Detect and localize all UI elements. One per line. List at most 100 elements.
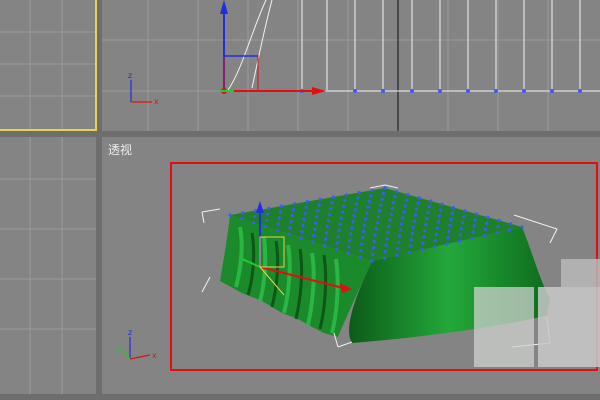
vertex-dot[interactable]: [383, 186, 387, 190]
vertex-dot[interactable]: [457, 239, 462, 243]
vertex-dot[interactable]: [241, 211, 245, 215]
vertex-dot[interactable]: [330, 201, 334, 205]
vertex-dot[interactable]: [404, 198, 408, 202]
vertex-dot[interactable]: [451, 205, 456, 210]
vertex-dot[interactable]: [374, 227, 378, 231]
vertex-dot[interactable]: [326, 219, 330, 223]
vertex-dot[interactable]: [459, 227, 464, 231]
vertex-dot[interactable]: [288, 226, 292, 230]
vertex-dot[interactable]: [291, 208, 295, 212]
vertex-dot[interactable]: [402, 210, 406, 214]
vertex-dot[interactable]: [336, 235, 340, 239]
vertex-dot[interactable]: [344, 193, 348, 197]
vertex-dot[interactable]: [448, 223, 452, 227]
vertex-dot[interactable]: [407, 250, 412, 255]
vertex-dot[interactable]: [485, 221, 489, 225]
vertex-dot[interactable]: [370, 188, 374, 192]
vertex-dot[interactable]: [486, 215, 490, 219]
vertex-dot[interactable]: [311, 240, 315, 244]
vertex-dot[interactable]: [343, 198, 347, 202]
viewport-perspective[interactable]: 透视 z x y: [102, 137, 600, 394]
vertex-dot[interactable]: [266, 212, 270, 216]
vertex-dot[interactable]: [393, 195, 397, 199]
vertex-dot[interactable]: [325, 225, 329, 229]
vertex-dot[interactable]: [278, 210, 283, 214]
vertex-dot[interactable]: [416, 201, 420, 205]
vertex-dot[interactable]: [382, 256, 387, 260]
vertex-dot[interactable]: [450, 211, 454, 215]
transform-gizmo[interactable]: [220, 0, 326, 95]
vertex-dot[interactable]: [339, 216, 343, 220]
vertex-dot[interactable]: [389, 212, 393, 216]
vertex-dot[interactable]: [397, 234, 402, 238]
vertex-dot[interactable]: [413, 213, 417, 217]
vertex-dot[interactable]: [267, 206, 271, 210]
vertex-dot[interactable]: [507, 228, 512, 232]
vertex-dot[interactable]: [350, 226, 354, 230]
vertex-dot[interactable]: [423, 229, 427, 233]
vertex-dot[interactable]: [398, 228, 403, 232]
vertex-dot[interactable]: [293, 202, 297, 206]
vertex-dot[interactable]: [342, 204, 346, 208]
vertex-dot[interactable]: [228, 213, 232, 217]
vertex-dot[interactable]: [289, 220, 293, 224]
vertex-dot[interactable]: [302, 217, 306, 221]
vertex-dot[interactable]: [520, 225, 524, 229]
vertex-dot[interactable]: [473, 218, 477, 222]
vertex-dot[interactable]: [299, 236, 303, 240]
vertex-dot[interactable]: [361, 229, 366, 234]
vertex-dot[interactable]: [440, 202, 444, 206]
vertex-dot[interactable]: [483, 227, 488, 231]
vertex-dot[interactable]: [435, 226, 439, 230]
vertex-dot[interactable]: [392, 200, 396, 205]
vertex-dot[interactable]: [384, 243, 388, 247]
vertex-dot[interactable]: [429, 199, 433, 203]
vertex-dot[interactable]: [396, 247, 400, 251]
vertex-dot[interactable]: [253, 214, 257, 219]
vertex-dot[interactable]: [280, 204, 284, 208]
vertex-dot[interactable]: [252, 221, 256, 225]
vertex-dot[interactable]: [352, 214, 356, 218]
vertex-dot[interactable]: [346, 251, 350, 255]
vertex-dot[interactable]: [432, 245, 437, 249]
vertex-dot[interactable]: [438, 214, 442, 218]
vertex-dot[interactable]: [433, 238, 437, 243]
vertex-dot[interactable]: [331, 195, 335, 199]
vertex-dot[interactable]: [403, 204, 407, 208]
viewport-front[interactable]: z x: [102, 0, 600, 131]
vertex-dot[interactable]: [375, 221, 379, 225]
vertex-dot[interactable]: [470, 236, 474, 240]
vertex-dot[interactable]: [364, 217, 368, 221]
vertex-dot[interactable]: [371, 246, 376, 250]
vertex-dot[interactable]: [410, 231, 414, 235]
vertex-dot[interactable]: [474, 212, 478, 216]
vertex-dot[interactable]: [357, 190, 361, 195]
vertex-dot[interactable]: [290, 214, 294, 218]
vertex-dot[interactable]: [240, 217, 244, 221]
vertex-dot[interactable]: [420, 248, 424, 252]
viewport-top-left[interactable]: [0, 0, 97, 131]
vertex-dot[interactable]: [376, 215, 380, 219]
vertex-dot[interactable]: [360, 242, 364, 246]
vertex-dot[interactable]: [406, 192, 410, 197]
vertex-dot[interactable]: [381, 191, 386, 196]
vertex-dot[interactable]: [434, 232, 438, 236]
vertex-dot[interactable]: [390, 206, 394, 210]
vertex-dot[interactable]: [316, 209, 320, 213]
vertex-dot[interactable]: [380, 197, 384, 201]
vertex-dot[interactable]: [335, 241, 339, 245]
vertex-dot[interactable]: [496, 224, 500, 229]
vertex-dot[interactable]: [447, 229, 451, 233]
vertex-dot[interactable]: [462, 215, 466, 219]
vertex-dot[interactable]: [275, 228, 279, 232]
vertex-dot[interactable]: [340, 210, 344, 214]
vertex-dot[interactable]: [445, 242, 449, 246]
vertex-dot[interactable]: [337, 228, 341, 232]
vertex-dot[interactable]: [365, 211, 369, 215]
vertex-dot[interactable]: [317, 203, 321, 207]
vertex-dot[interactable]: [408, 244, 412, 248]
vertex-dot[interactable]: [328, 212, 332, 217]
vertex-dot[interactable]: [369, 194, 373, 198]
vertex-dot[interactable]: [482, 233, 487, 238]
vertex-dot[interactable]: [412, 219, 416, 223]
